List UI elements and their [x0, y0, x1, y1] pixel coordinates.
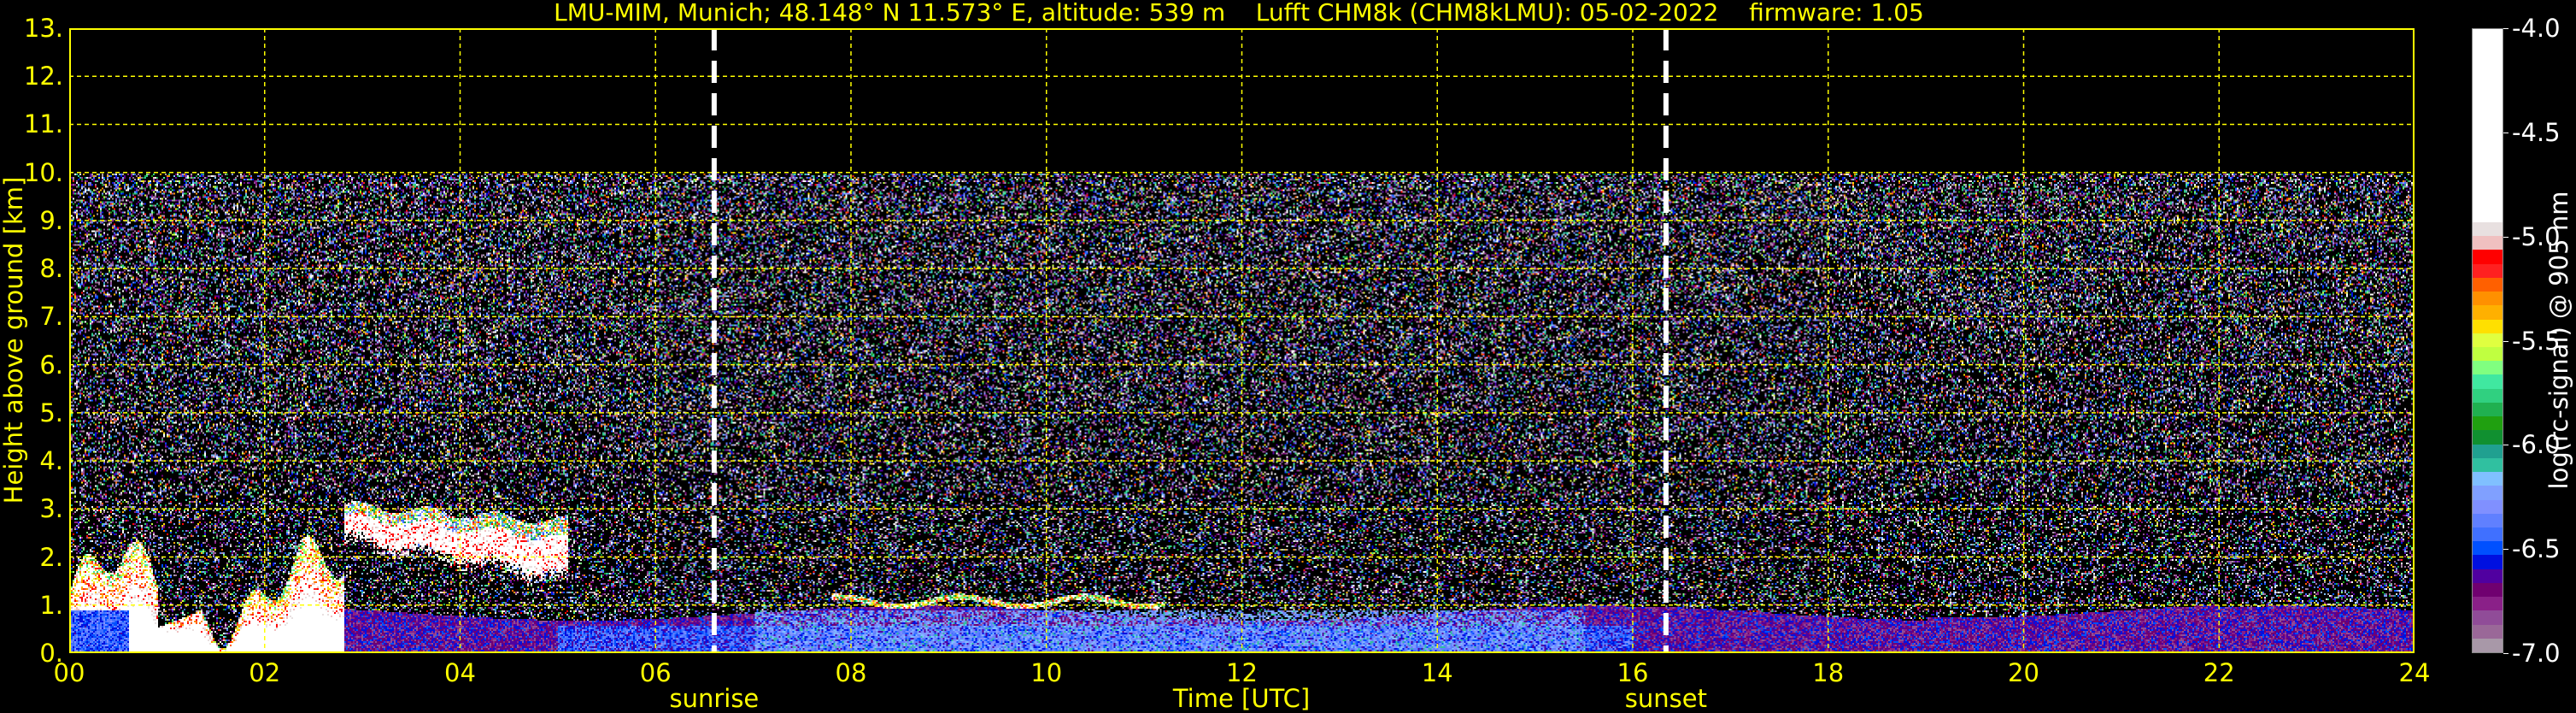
colorbar-segment: [2473, 499, 2503, 514]
colorbar-segment: [2473, 624, 2503, 639]
colorbar-segment: [2473, 555, 2503, 569]
colorbar-segment: [2473, 221, 2503, 237]
colorbar-segment: [2473, 333, 2503, 348]
colorbar-segment: [2473, 485, 2503, 500]
colorbar-segment: [2473, 319, 2503, 333]
colorbar-segment: [2473, 29, 2503, 222]
grid-overlay: [69, 28, 2415, 653]
sunset-label: sunset: [1624, 684, 1707, 713]
colorbar-segment: [2473, 444, 2503, 458]
colorbar-segment: [2473, 374, 2503, 389]
colorbar-segment: [2473, 540, 2503, 556]
x-tick-label: 06: [639, 658, 672, 687]
colorbar-segment: [2473, 291, 2503, 306]
colorbar-segment: [2473, 569, 2503, 583]
colorbar-segment: [2473, 263, 2503, 278]
colorbar-segment: [2473, 402, 2503, 417]
y-tick-label: 2.: [39, 542, 63, 572]
colorbar-tick-label: -6.5: [2512, 534, 2561, 564]
x-tick-label: 00: [53, 658, 85, 687]
colorbar-segment: [2473, 513, 2503, 527]
colorbar-label: log(rc-signal) @ 905 nm: [2544, 191, 2573, 490]
colorbar-tick-label: -4.5: [2512, 117, 2561, 147]
x-tick-label: 18: [1812, 658, 1845, 687]
x-tick-label: 22: [2203, 658, 2235, 687]
y-tick-label: 12.: [23, 62, 63, 91]
colorbar-segment: [2473, 360, 2503, 375]
x-tick-label: 12: [1226, 658, 1258, 687]
x-tick-label: 02: [249, 658, 281, 687]
colorbar-segment: [2473, 388, 2503, 403]
x-tick-label: 24: [2398, 658, 2431, 687]
colorbar-segment: [2473, 596, 2503, 611]
x-tick-label: 04: [444, 658, 476, 687]
colorbar-segment: [2473, 457, 2503, 473]
x-axis-label: Time [UTC]: [1172, 684, 1311, 713]
colorbar-segment: [2473, 430, 2503, 445]
colorbar-segment: [2473, 610, 2503, 625]
colorbar-tick: [2503, 549, 2509, 551]
y-tick-label: 1.: [39, 590, 63, 620]
sunrise-label: sunrise: [669, 684, 760, 713]
colorbar-tick: [2503, 653, 2509, 654]
chart-title: LMU-MIM, Munich; 48.148° N 11.573° E, al…: [554, 0, 1924, 27]
colorbar-segment: [2473, 250, 2503, 264]
colorbar-segment: [2473, 471, 2503, 486]
x-tick-label: 10: [1030, 658, 1063, 687]
colorbar-segment: [2473, 305, 2503, 320]
colorbar-segment: [2473, 346, 2503, 362]
colorbar-segment: [2473, 277, 2503, 292]
y-tick-label: 11.: [23, 109, 63, 139]
colorbar-segment: [2473, 638, 2503, 652]
x-tick-label: 16: [1617, 658, 1649, 687]
x-tick-label: 08: [835, 658, 867, 687]
colorbar-tick: [2503, 28, 2509, 29]
colorbar-segment: [2473, 235, 2503, 250]
x-tick-label: 14: [1421, 658, 1453, 687]
colorbar: [2472, 28, 2503, 653]
y-tick-label: 13.: [23, 14, 63, 43]
colorbar-tick: [2503, 236, 2509, 238]
colorbar-tick-label: -4.0: [2512, 14, 2561, 43]
y-axis-label: Height above ground [km]: [0, 176, 28, 504]
x-tick-label: 20: [2008, 658, 2039, 687]
colorbar-tick-label: -7.0: [2512, 639, 2561, 668]
colorbar-segment: [2473, 415, 2503, 431]
colorbar-tick: [2503, 340, 2509, 342]
colorbar-segment: [2473, 527, 2503, 542]
colorbar-segment: [2473, 582, 2503, 598]
plot-area: [69, 28, 2415, 653]
